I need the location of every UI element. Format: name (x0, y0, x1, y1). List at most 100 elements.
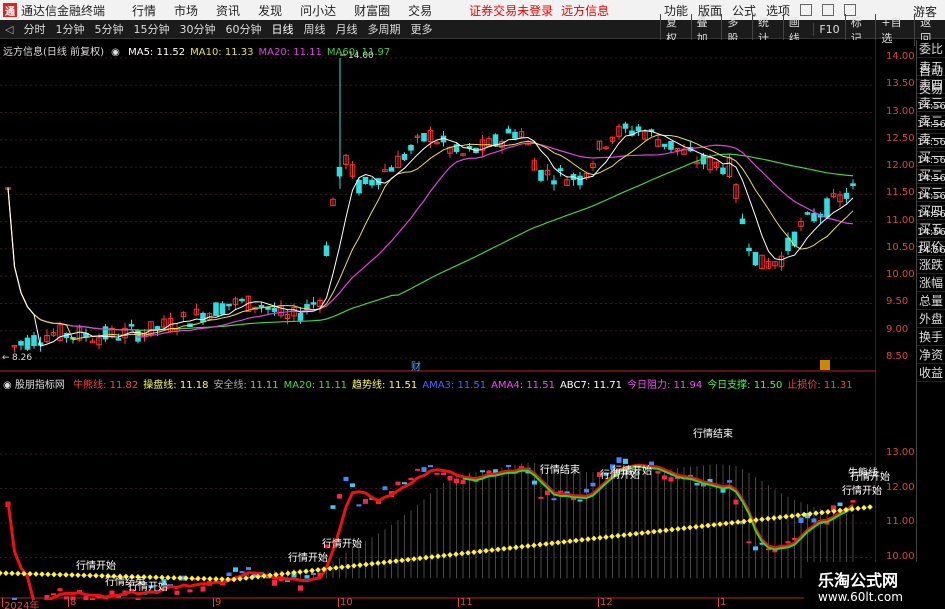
main-y-tick: 11.00 (886, 214, 915, 226)
signal-annotation: 行情开始 (288, 553, 328, 564)
auto-trade-label[interactable]: 交易 (917, 80, 945, 98)
period-weekly[interactable]: 周线 (298, 21, 330, 37)
trade-time-tick: 14:56 (917, 206, 945, 224)
period-1min[interactable]: 1分钟 (50, 21, 89, 37)
main-y-tick: 12.50 (886, 132, 915, 144)
period-more[interactable]: 更多 (405, 21, 437, 37)
quote-field-label: 涨幅 (917, 276, 945, 292)
trade-time-tick: 14:56 (917, 134, 945, 152)
ma-legend-item: MA10: 11.33 (190, 47, 254, 58)
trade-time-tick: 14:56 (917, 224, 945, 242)
menu-trade[interactable]: 交易 (408, 2, 432, 19)
quote-field-label: 换手 (917, 330, 945, 346)
watermark-line2: www.60lt.com (818, 590, 903, 604)
x-tick: 2024年 (4, 601, 40, 609)
menu-ask[interactable]: 问小达 (300, 2, 336, 19)
x-tick: 12 (600, 597, 613, 608)
auto-trade-label[interactable]: 自动 (917, 62, 945, 80)
indicator-legend-item: MA20: 11.11 (283, 380, 348, 391)
period-multi[interactable]: 多周期 (362, 21, 405, 37)
indicator-legend-item: 牛熊线: 11.82 (73, 380, 139, 391)
period-30min[interactable]: 30分钟 (174, 21, 220, 37)
main-y-tick: 9.50 (886, 296, 909, 308)
app-logo-icon: 通 (3, 3, 17, 18)
main-y-tick: 13.00 (886, 105, 915, 117)
legend-toggle-icon-sub[interactable]: ◉ (3, 380, 12, 391)
btn-f10[interactable]: F10 (813, 23, 844, 36)
period-daily[interactable]: 日线 (266, 21, 298, 37)
period-60min[interactable]: 60分钟 (220, 21, 266, 37)
main-menu: 行情 市场 资讯 发现 问小达 财富圈 交易 (123, 2, 441, 19)
maximize-icon[interactable] (822, 4, 835, 16)
trade-time-tick: 14:56 (917, 98, 945, 116)
ma-legend-item: MA60: 11.97 (326, 47, 391, 58)
quote-field-label: 委比 (917, 42, 945, 58)
main-y-tick: 8.50 (886, 351, 909, 362)
main-chart-legend: 远方信息(日线 前复权) ◉ MA5: 11.52 MA10: 11.33 MA20… (3, 43, 390, 58)
stock-name-title: 远方信息 (561, 3, 610, 18)
trade-time-tick: 14:56 (917, 152, 945, 170)
quote-field-label: 外盘 (917, 312, 945, 328)
sub-y-tick: 13.00 (886, 447, 915, 458)
quote-field-label: 总量 (917, 294, 945, 310)
menu-wealth[interactable]: 财富圈 (354, 2, 390, 19)
main-y-tick: 13.50 (886, 78, 915, 90)
signal-annotation: 行情开始 (322, 539, 362, 550)
app-title: 通达信金融终端 (21, 3, 106, 18)
main-y-tick: 11.50 (886, 187, 915, 199)
toolbar-toggle-icon[interactable]: ◁ (0, 23, 18, 36)
trade-time-tick: 14:56 (917, 242, 945, 260)
quote-field-label: 净资 (917, 348, 945, 364)
signal-annotation: 行情开始 (842, 486, 882, 497)
main-y-tick: 10.00 (886, 269, 915, 281)
menu-markets[interactable]: 市场 (174, 2, 198, 19)
finance-marker[interactable]: 财 (411, 360, 421, 373)
low-arrow-icon: ← (2, 353, 10, 363)
event-marker[interactable] (820, 360, 830, 370)
signal-annotation: 牛熊线 (848, 468, 878, 479)
menu-market[interactable]: 行情 (132, 2, 156, 19)
period-toolbar: ◁ 分时 1分钟 5分钟 15分钟 30分钟 60分钟 日线 周线 月线 多周期… (0, 13, 945, 46)
signal-annotation: 行情开始 (128, 582, 168, 593)
indicator-legend-item: 安全线: 11.11 (213, 380, 279, 391)
sub-chart-legend: ◉ 股朋指标网 牛熊线: 11.82 操盘线: 11.18 安全线: 11.11 MA… (3, 376, 853, 391)
period-5min[interactable]: 5分钟 (89, 21, 128, 37)
sub-chart-title: 股朋指标网 (14, 380, 65, 391)
trade-time-tick: 14:56 (917, 170, 945, 188)
toolbar-right: 复权 叠加 多股 统计 画线 F10 标记 +自选 返回 (660, 13, 945, 46)
menu-discover[interactable]: 发现 (258, 2, 282, 19)
x-tick: 11 (460, 597, 473, 608)
main-y-tick: 10.50 (886, 241, 915, 253)
period-monthly[interactable]: 月线 (330, 21, 362, 37)
signal-annotation: 行情结束 (693, 429, 733, 440)
x-tick: 9 (215, 597, 222, 608)
main-y-tick: 12.00 (886, 160, 915, 172)
low-price-label: 8.26 (12, 353, 32, 363)
x-tick: 10 (340, 597, 353, 608)
quote-side-panel: 委比 卖五 卖四 卖三 卖二 卖一 买一 买二 买三 买四 买五 现价 涨跌 涨幅 总量 外盘 换手 净资 收益 自… (916, 40, 945, 600)
trade-time-tick: 14:56 (917, 188, 945, 206)
indicator-legend-item: AMA4: 11.51 (491, 380, 555, 391)
period-15min[interactable]: 15分钟 (128, 21, 174, 37)
indicator-legend-item: 今日阻力: 11.94 (627, 380, 703, 391)
watermark: 乐淘公式网 www.60lt.com (804, 562, 945, 609)
legend-toggle-icon[interactable]: ◉ (111, 47, 120, 58)
signal-annotation: 行情开始 (76, 561, 116, 572)
menu-news[interactable]: 资讯 (216, 2, 240, 19)
login-warning[interactable]: 证券交易未登录 (469, 2, 553, 19)
x-tick: 1 (720, 597, 727, 608)
sub-y-tick: 10.00 (886, 550, 915, 562)
x-tick: 8 (70, 597, 77, 608)
signal-annotation: 行情结束 (540, 465, 580, 476)
sub-y-tick: 11.00 (886, 516, 915, 527)
main-y-tick: 14.00 (886, 51, 915, 62)
quote-field-label: 收益 (917, 366, 945, 382)
period-timeshare[interactable]: 分时 (18, 21, 50, 37)
kline-chart[interactable]: 14.00 8.26 ← 财 (0, 40, 876, 600)
indicator-legend-item: 操盘线: 11.18 (143, 380, 209, 391)
indicator-legend-item: AMA3: 11.51 (422, 380, 487, 391)
main-chart-title: 远方信息(日线 前复权) (3, 47, 104, 58)
indicator-legend-item: ABC7: 11.71 (559, 380, 622, 391)
signal-annotation: 行情开始 (600, 470, 640, 481)
btn-add-watch[interactable]: +自选 (875, 13, 914, 46)
